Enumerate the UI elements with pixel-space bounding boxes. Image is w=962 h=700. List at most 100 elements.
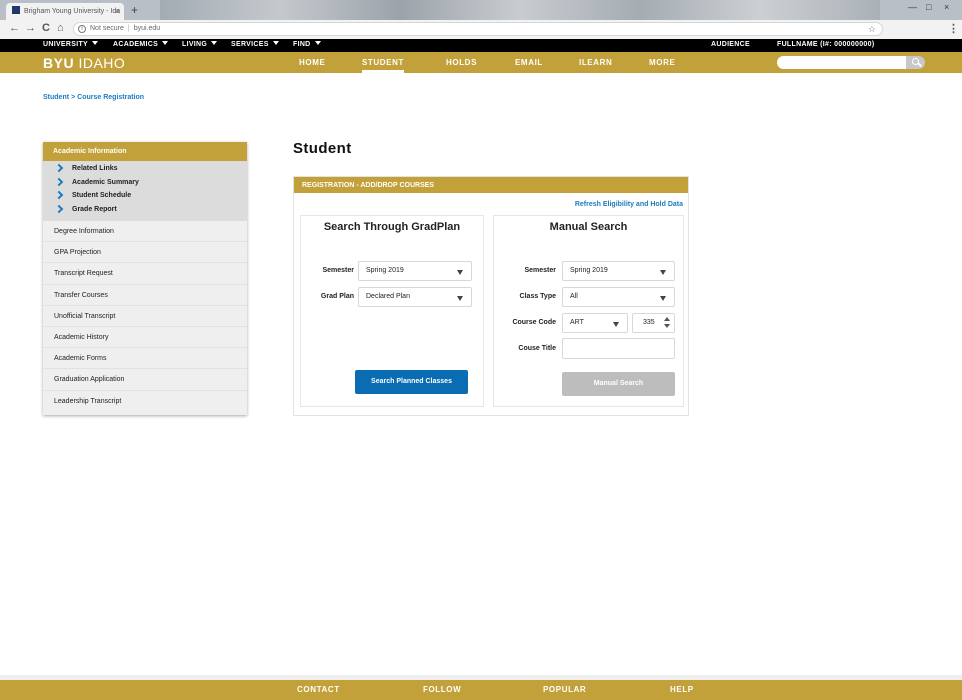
sidebar-subitem-academic-summary[interactable]: Academic Summary — [43, 177, 247, 193]
registration-panel: REGISTRATION - ADD/DROP COURSES Refresh … — [293, 176, 689, 416]
breadcrumb-student[interactable]: Student — [43, 94, 69, 101]
sidebar-item-unofficial-transcript[interactable]: Unofficial Transcript — [43, 305, 247, 327]
caret-down-icon — [272, 41, 279, 45]
sidebar-subitem-related-links[interactable]: Related Links — [43, 163, 247, 179]
dropdown-arrow-icon — [660, 270, 666, 275]
caret-down-icon — [211, 41, 218, 45]
gradplan-title: Search Through GradPlan — [323, 221, 461, 233]
class-type-select[interactable]: All — [562, 287, 675, 307]
nav-academics[interactable]: ACADEMICS — [113, 41, 169, 48]
dropdown-arrow-icon — [457, 270, 463, 275]
browser-menu-icon[interactable]: ⋮ — [948, 22, 959, 35]
refresh-eligibility-link[interactable]: Refresh Eligibility and Hold Data — [575, 201, 683, 208]
sidebar-item-transcript-request[interactable]: Transcript Request — [43, 263, 247, 285]
gradplan-plan-select[interactable]: Declared Plan — [358, 287, 472, 307]
footer-help[interactable]: HELP — [670, 685, 694, 694]
gradplan-plan-label: Grad Plan — [320, 293, 354, 300]
tab-title: Brigham Young University - Ida — [24, 8, 121, 15]
chevron-right-icon — [54, 204, 64, 213]
breadcrumb: Student > Course Registration — [43, 94, 145, 101]
registration-panel-header: REGISTRATION - ADD/DROP COURSES — [294, 177, 688, 193]
search-planned-classes-button[interactable]: Search Planned Classes — [355, 370, 468, 394]
reload-button[interactable]: C — [42, 22, 50, 34]
gradplan-search-card: Search Through GradPlan Semester Spring … — [300, 215, 484, 407]
manual-search-button[interactable]: Manual Search — [562, 372, 675, 396]
utility-nav: UNIVERSITY ACADEMICS LIVING SERVICES FIN… — [0, 39, 962, 52]
forward-button[interactable]: → — [25, 22, 36, 34]
new-tab-button[interactable]: + — [131, 3, 138, 17]
sidebar-item-academic-history[interactable]: Academic History — [43, 326, 247, 349]
byui-favicon-icon — [12, 6, 20, 14]
footer-popular[interactable]: POPULAR — [543, 685, 586, 694]
user-fullname[interactable]: FULLNAME (I#: 000000000) — [777, 41, 874, 48]
caret-down-icon — [314, 41, 321, 45]
sidebar-submenu: Related Links Academic Summary Student S… — [43, 161, 247, 221]
course-title-input[interactable] — [562, 338, 675, 359]
window-close-button[interactable]: × — [944, 2, 949, 12]
footer: CONTACT FOLLOW POPULAR HELP — [0, 680, 962, 700]
dropdown-arrow-icon — [613, 322, 619, 327]
sidebar-item-academic-forms[interactable]: Academic Forms — [43, 348, 247, 370]
nav-find[interactable]: FIND — [293, 41, 321, 48]
sidebar-item-degree-information[interactable]: Degree Information — [43, 221, 247, 243]
security-label: Not secure — [90, 25, 124, 32]
browser-tab[interactable]: Brigham Young University - Ida × — [6, 3, 124, 20]
gradplan-semester-label: Semester — [322, 267, 354, 274]
course-subject-select[interactable]: ART — [562, 313, 628, 333]
byui-logo[interactable]: BYU IDAHO — [43, 55, 125, 71]
nav-student[interactable]: STUDENT — [362, 53, 404, 73]
search-button[interactable] — [906, 56, 925, 69]
breadcrumb-course-registration[interactable]: Course Registration — [77, 94, 144, 101]
footer-contact[interactable]: CONTACT — [297, 685, 340, 694]
footer-follow[interactable]: FOLLOW — [423, 685, 461, 694]
sidebar-subitem-student-schedule[interactable]: Student Schedule — [43, 190, 247, 206]
sidebar-item-gpa-projection[interactable]: GPA Projection — [43, 242, 247, 264]
stepper-arrows-icon[interactable] — [664, 317, 670, 329]
nav-more[interactable]: MORE — [649, 58, 675, 67]
browser-chrome: Brigham Young University - Ida × + — □ ×… — [0, 0, 962, 54]
course-number-stepper[interactable]: 335 — [632, 313, 675, 333]
maximize-button[interactable]: □ — [926, 2, 931, 12]
dropdown-arrow-icon — [457, 296, 463, 301]
caret-down-icon — [162, 41, 169, 45]
page-title: Student — [293, 140, 352, 157]
nav-home[interactable]: HOME — [299, 58, 325, 67]
manual-search-card: Manual Search Semester Spring 2019 Class… — [493, 215, 684, 407]
tab-close-icon[interactable]: × — [115, 6, 120, 16]
nav-holds[interactable]: HOLDS — [446, 58, 477, 67]
sidebar-subitem-grade-report[interactable]: Grade Report — [43, 204, 247, 220]
info-icon[interactable]: i — [78, 25, 86, 33]
site-search-input[interactable] — [777, 56, 908, 69]
main-header: BYU IDAHO HOME STUDENT HOLDS EMAIL ILEAR… — [0, 52, 962, 73]
nav-living[interactable]: LIVING — [182, 41, 218, 48]
sidebar: Academic Information Related Links Acade… — [43, 142, 247, 415]
browser-toolbar: ← → C ⌂ i Not secure | byui.edu ☆ ⋮ — [0, 20, 962, 54]
tabstrip-background — [160, 0, 880, 20]
manual-semester-select[interactable]: Spring 2019 — [562, 261, 675, 281]
dropdown-arrow-icon — [660, 296, 666, 301]
chevron-right-icon — [54, 190, 64, 200]
nav-email[interactable]: EMAIL — [515, 58, 543, 67]
caret-down-icon — [92, 41, 99, 45]
sidebar-item-transfer-courses[interactable]: Transfer Courses — [43, 284, 247, 306]
manual-search-title: Manual Search — [549, 221, 628, 233]
minimize-button[interactable]: — — [908, 2, 917, 12]
course-code-label: Course Code — [512, 319, 556, 326]
home-button[interactable]: ⌂ — [57, 22, 64, 34]
sidebar-heading[interactable]: Academic Information — [43, 142, 247, 161]
nav-services[interactable]: SERVICES — [231, 41, 279, 48]
sidebar-item-leadership-transcript[interactable]: Leadership Transcript — [43, 390, 247, 412]
back-button[interactable]: ← — [9, 22, 20, 34]
sidebar-item-graduation-application[interactable]: Graduation Application — [43, 369, 247, 391]
nav-university[interactable]: UNIVERSITY — [43, 41, 99, 48]
address-bar[interactable]: i Not secure | byui.edu ☆ — [73, 22, 883, 36]
bookmark-star-icon[interactable]: ☆ — [868, 24, 876, 35]
nav-ilearn[interactable]: ILEARN — [579, 58, 612, 67]
course-title-label: Couse Title — [518, 345, 556, 352]
chevron-right-icon — [54, 163, 64, 173]
manual-semester-label: Semester — [524, 267, 556, 274]
tab-strip: Brigham Young University - Ida × + — □ × — [0, 0, 962, 20]
class-type-label: Class Type — [519, 293, 556, 300]
audience-menu[interactable]: AUDIENCE — [711, 41, 750, 48]
gradplan-semester-select[interactable]: Spring 2019 — [358, 261, 472, 281]
